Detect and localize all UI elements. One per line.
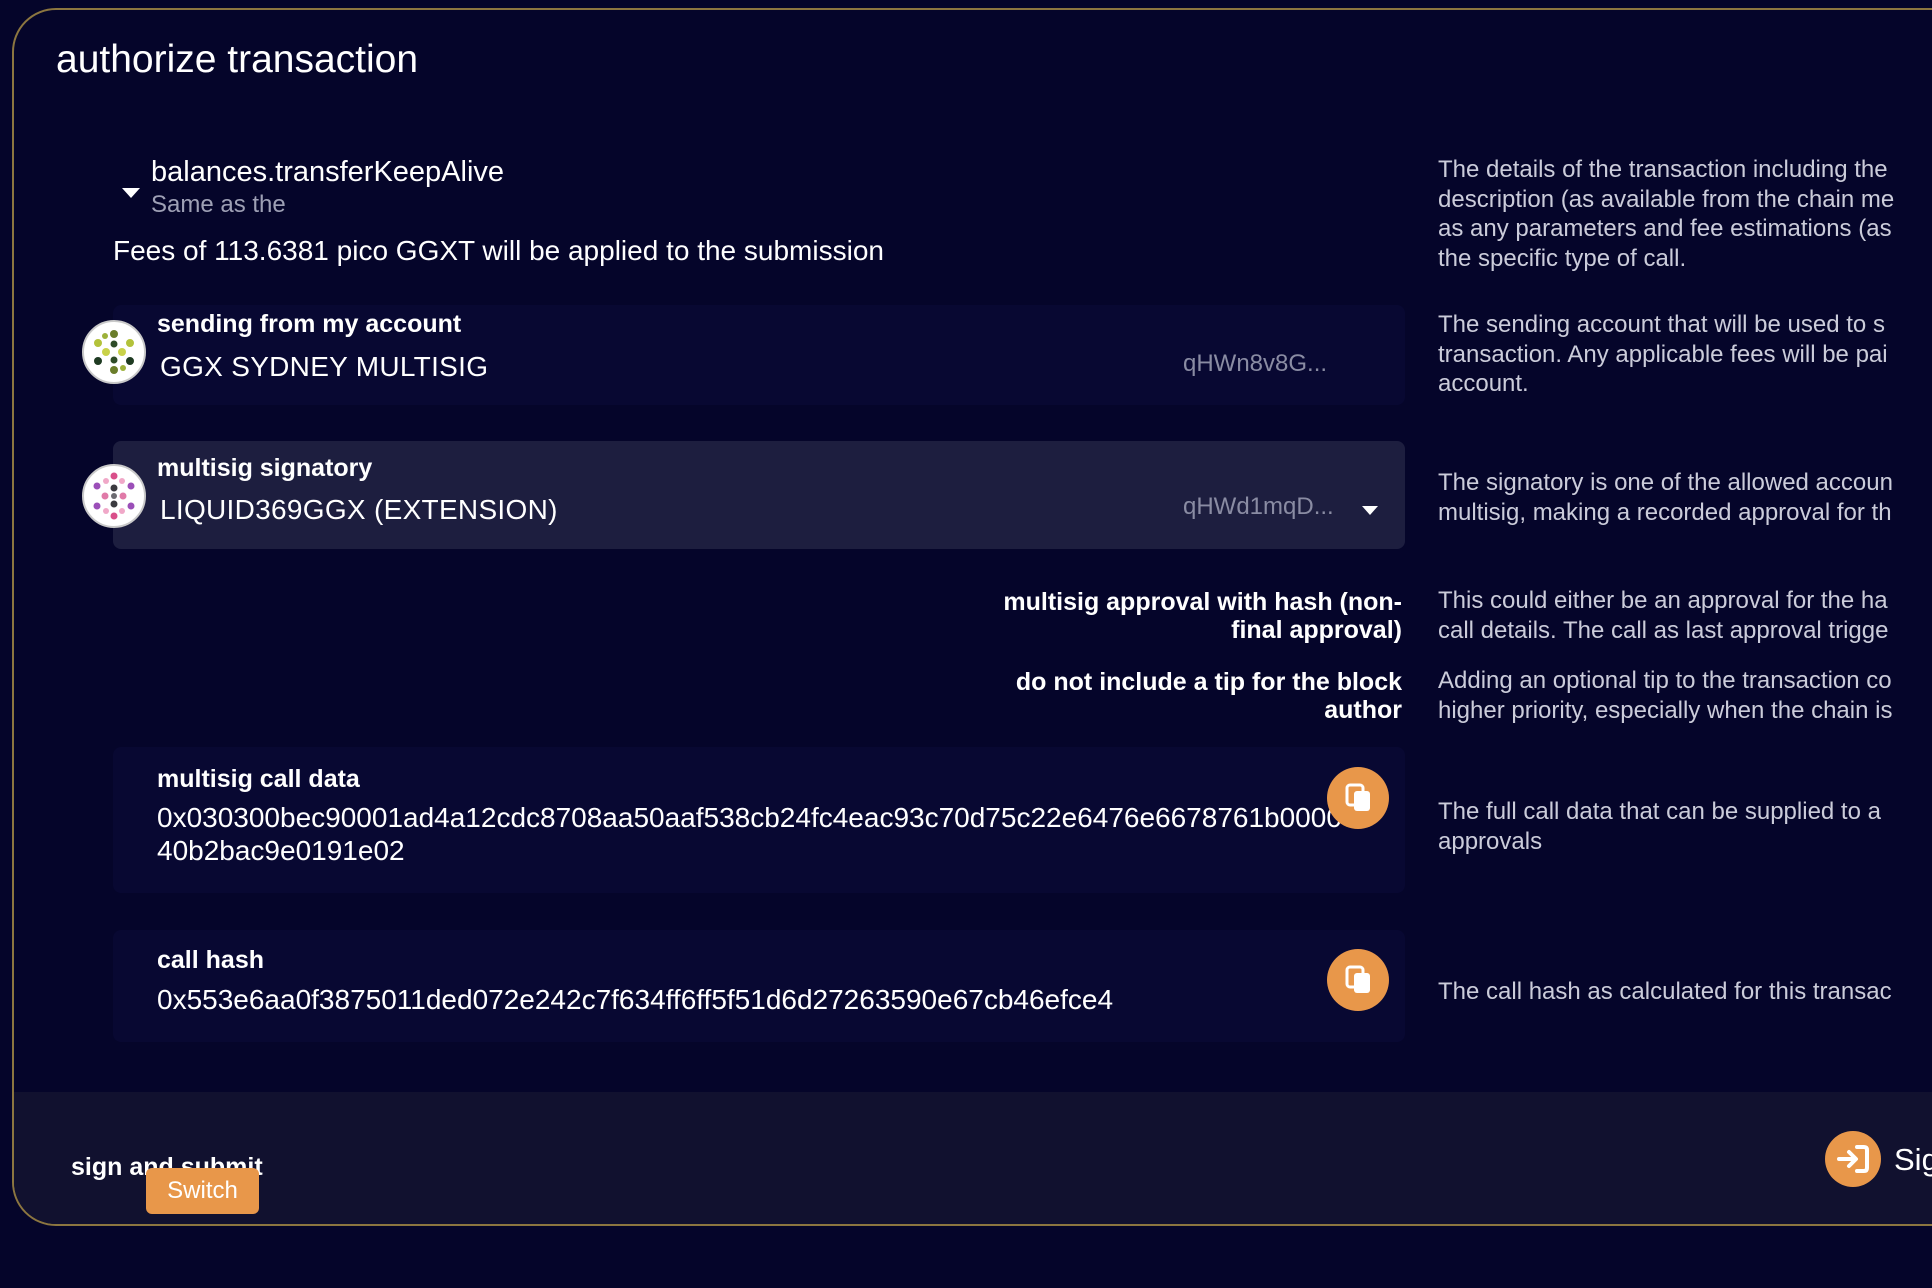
caret-down-icon [122,188,140,198]
help-line: higher priority, especially when the cha… [1438,696,1893,724]
help-line: the specific type of call. [1438,244,1687,272]
tip-toggle-label: do not include a tip for the block autho… [922,668,1402,724]
sender-avatar [82,320,146,384]
help-line: The sending account that will be used to… [1438,311,1885,338]
sender-account-name: GGX SYDNEY MULTISIG [160,351,489,382]
toggle-line: final approval) [1231,616,1402,644]
fees-text: Fees of 113.6381 pico GGXT will be appli… [113,235,884,266]
sign-button-label[interactable]: Sign [1894,1142,1932,1178]
copy-icon [1345,783,1370,811]
call-expander[interactable] [110,150,150,220]
signatory-avatar [82,464,146,528]
help-line: This could either be an approval for the… [1438,587,1888,614]
call-method-name: balances.transferKeepAlive [151,156,505,188]
toggle-line: do not include a tip for the block [1015,668,1402,696]
help-line: multisig, making a recorded approval for… [1438,498,1892,526]
approval-toggle[interactable]: multisig approval with hash (non- final … [914,578,1402,644]
modal-title: authorize transaction [56,38,419,81]
switch-button[interactable]: Switch [146,1168,259,1214]
call-hash-label: call hash [157,946,264,974]
sender-help: The sending account that will be used to… [1438,310,1932,399]
call-data-value: 0x030300bec90001ad4a12cdc8708aa50aaf538c… [157,802,1342,866]
sign-in-icon [1837,1145,1869,1173]
sender-label: sending from my account [157,310,462,338]
signatory-address: qHWd1mqD... [1183,493,1334,520]
page: authorize transaction balances.transferK… [0,0,1932,1288]
help-line: The full call data that can be supplied … [1438,798,1881,825]
help-line: transaction. Any applicable fees will be… [1438,340,1888,368]
modal-footer [14,1092,1932,1224]
help-line: Adding an optional tip to the transactio… [1438,667,1892,694]
call-hash-value: 0x553e6aa0f3875011ded072e242c7f634ff6ff5… [157,984,1114,1015]
sender-address: qHWn8v8G... [1183,350,1328,377]
sign-button[interactable] [1825,1131,1881,1187]
help-line: description (as available from the chain… [1438,185,1895,213]
toggle-line: author [1324,696,1402,724]
call-help: The details of the transaction including… [1438,155,1932,273]
help-line: as any parameters and fee estimations (a… [1438,215,1892,242]
toggle-line: multisig approval with hash (non- [1003,588,1402,616]
help-line: approvals [1438,827,1543,855]
signatory-label: multisig signatory [157,454,373,482]
help-line: account. [1438,370,1529,397]
authorize-transaction-modal: authorize transaction balances.transferK… [12,8,1932,1226]
call-data-help: The full call data that can be supplied … [1438,797,1932,856]
call-description: Same as the [151,191,286,218]
help-line: call details. The call as last approval … [1438,616,1889,644]
signatory-help: The signatory is one of the allowed acco… [1438,468,1932,527]
help-line: The signatory is one of the allowed acco… [1438,469,1893,496]
approval-help: This could either be an approval for the… [1438,586,1932,645]
copy-icon [1345,965,1370,993]
chevron-down-icon[interactable] [1362,506,1378,515]
call-hash-help: The call hash as calculated for this tra… [1438,977,1932,1007]
tip-toggle[interactable]: do not include a tip for the block autho… [914,656,1402,724]
copy-call-hash-button[interactable] [1327,949,1389,1011]
call-data-label: multisig call data [157,765,360,793]
help-line: The call hash as calculated for this tra… [1438,978,1892,1005]
approval-toggle-label: multisig approval with hash (non- final … [922,588,1402,644]
tip-help: Adding an optional tip to the transactio… [1438,666,1932,725]
help-line: The details of the transaction including… [1438,156,1888,183]
signatory-account-name: LIQUID369GGX (EXTENSION) [160,494,558,525]
copy-call-data-button[interactable] [1327,767,1389,829]
